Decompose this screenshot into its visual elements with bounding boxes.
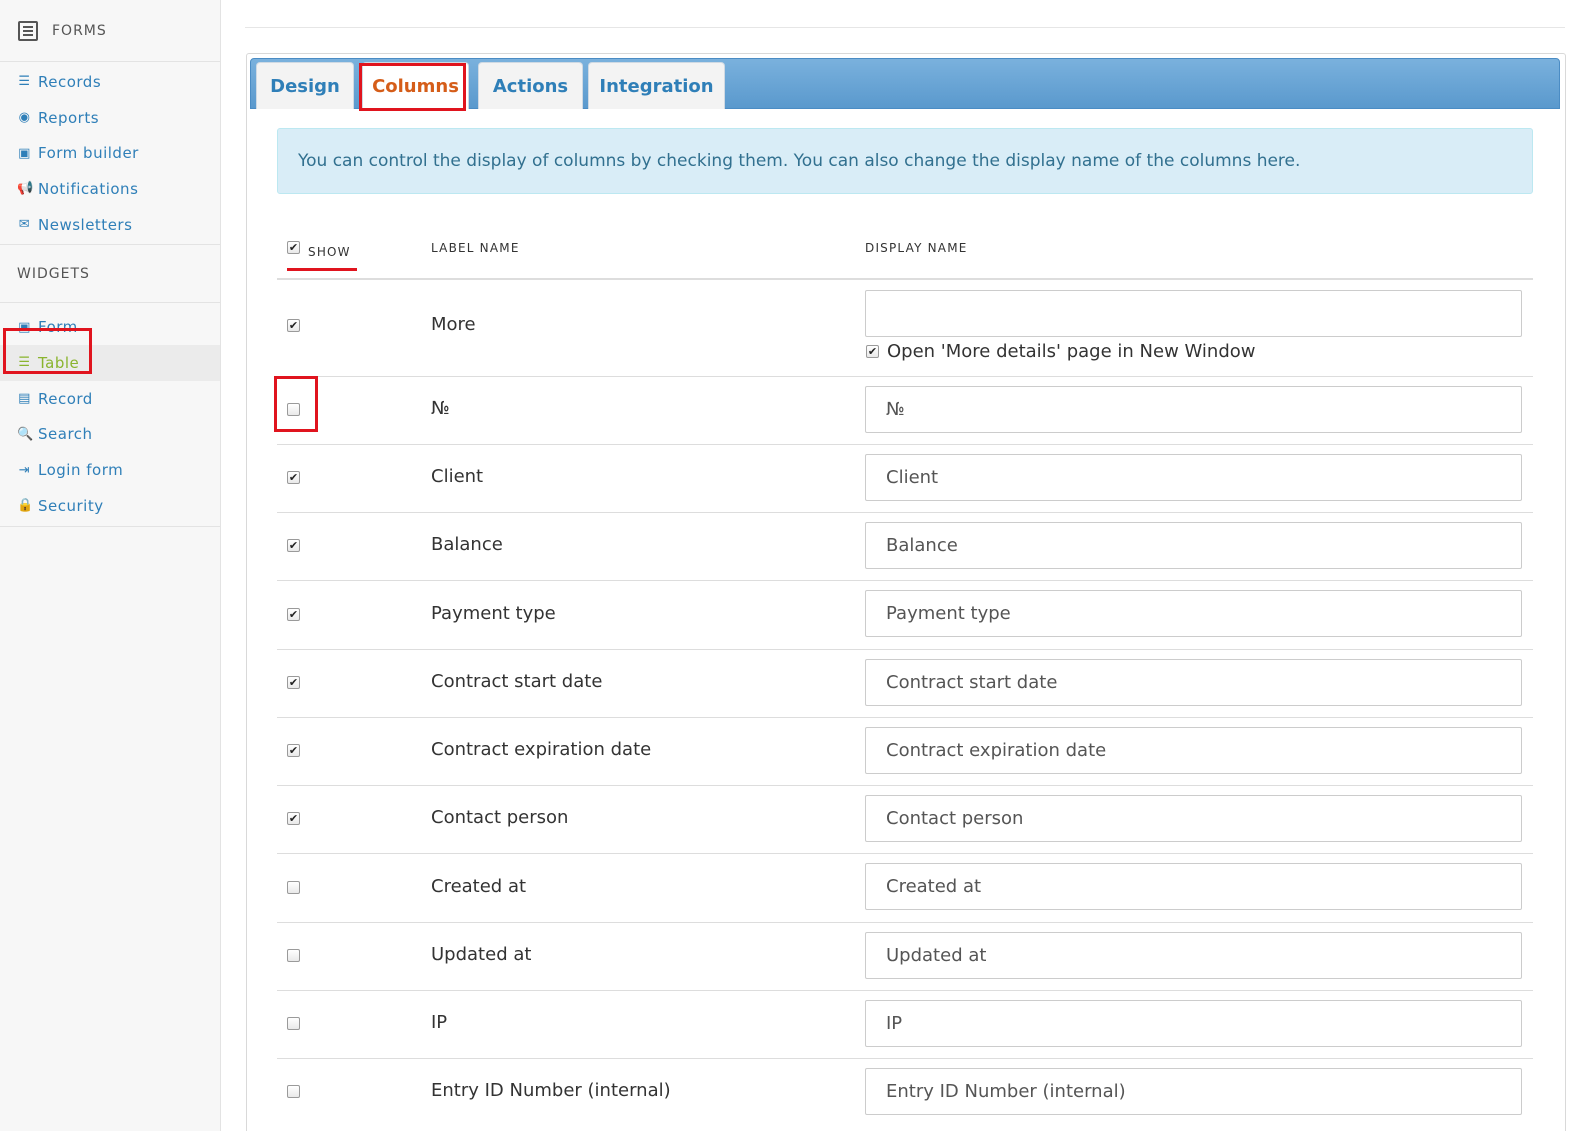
forms-icon: [18, 20, 38, 41]
sidebar-item-login-form[interactable]: ⇥ Login form: [0, 452, 220, 488]
column-label-name: IP: [431, 1012, 448, 1033]
column-label-name: Entry ID Number (internal): [431, 1080, 671, 1101]
show-column-checkbox[interactable]: ✔: [287, 607, 300, 621]
show-column-checkbox[interactable]: [287, 1085, 300, 1098]
display-name-input[interactable]: Balance: [865, 522, 1522, 569]
row-divider: [277, 717, 1533, 718]
sidebar-item-form-builder[interactable]: ▣ Form builder: [0, 135, 220, 171]
display-name-input[interactable]: №: [865, 386, 1522, 433]
row-divider: [277, 1058, 1533, 1059]
column-label-name: Contract expiration date: [431, 739, 652, 760]
sidebar-forms-menu: ☰ Records ◉ Reports ▣ Form builder 📢 Notificati…: [0, 62, 220, 246]
show-column-checkbox[interactable]: ✔: [287, 744, 300, 757]
display-name-input[interactable]: Created at: [865, 863, 1522, 910]
list-icon: ☰: [18, 74, 31, 90]
show-underline-mark: [287, 268, 357, 271]
sidebar-item-notifications[interactable]: 📢 Notifications: [0, 171, 220, 207]
info-alert: You can control the display of columns b…: [277, 128, 1533, 194]
header-show: SHOW: [308, 245, 351, 259]
lock-icon: 🔒: [17, 498, 34, 514]
row-divider: [277, 853, 1533, 854]
search-icon: 🔍: [17, 426, 34, 442]
display-name-input[interactable]: Payment type: [865, 590, 1522, 637]
display-name-input[interactable]: Client: [865, 454, 1522, 501]
new-window-label: Open 'More details' page in New Window: [887, 341, 1256, 362]
target-icon: ◉: [18, 110, 31, 126]
display-name-input[interactable]: Contact person: [865, 795, 1522, 842]
sidebar-item-label: Search: [38, 425, 93, 444]
table-highlight-box: [3, 328, 92, 374]
row-divider: [277, 444, 1533, 445]
display-name-input[interactable]: [865, 290, 1522, 337]
row-divider: [277, 512, 1533, 513]
sidebar-title: FORMS: [52, 22, 107, 39]
new-window-option[interactable]: ✔ Open 'More details' page in New Window: [866, 341, 1256, 362]
column-label-name: Updated at: [431, 944, 532, 965]
show-column-checkbox[interactable]: ✔: [287, 319, 300, 332]
show-column-checkbox[interactable]: ✔: [287, 471, 300, 484]
show-all-checkbox[interactable]: ✔: [287, 241, 300, 254]
megaphone-icon: 📢: [17, 181, 34, 197]
sidebar-item-label: Newsletters: [38, 215, 133, 234]
envelope-icon: ✉: [18, 217, 31, 233]
column-label-name: Client: [431, 466, 484, 487]
sidebar-item-label: Record: [38, 389, 93, 408]
widgets-section-title: WIDGETS: [0, 245, 220, 304]
columns-highlight-box: [359, 63, 466, 111]
sidebar-item-record[interactable]: ▤ Record: [0, 381, 220, 417]
display-name-input[interactable]: Contract expiration date: [865, 727, 1522, 774]
row-divider: [277, 649, 1533, 650]
show-column-checkbox[interactable]: [287, 880, 300, 894]
column-label-name: Balance: [431, 534, 503, 555]
row-divider: [277, 990, 1533, 991]
number-row-highlight-box: [274, 376, 318, 432]
show-column-checkbox[interactable]: ✔: [287, 812, 300, 825]
sidebar-item-label: Login form: [38, 461, 124, 480]
tab-actions[interactable]: Actions: [478, 62, 583, 109]
record-icon: ▤: [18, 391, 31, 407]
header-display-name: DISPLAY NAME: [865, 241, 968, 255]
sidebar-item-security[interactable]: 🔒 Security: [0, 488, 220, 524]
show-column-checkbox[interactable]: ✔: [287, 676, 300, 689]
column-label-name: Payment type: [431, 602, 556, 624]
display-name-input[interactable]: Entry ID Number (internal): [865, 1068, 1522, 1115]
display-name-input[interactable]: IP: [865, 1000, 1522, 1047]
column-label-name: Contract start date: [431, 671, 603, 692]
sidebar: FORMS ☰ Records ◉ Reports ▣ Form builder 📢 Noti…: [0, 0, 221, 1131]
sidebar-item-label: Security: [38, 496, 104, 515]
show-column-checkbox[interactable]: [287, 949, 300, 962]
sidebar-item-label: Form builder: [38, 144, 139, 163]
header-label-name: LABEL NAME: [431, 241, 520, 255]
column-label-name: More: [431, 314, 476, 335]
tab-design[interactable]: Design: [256, 62, 354, 109]
sidebar-item-records[interactable]: ☰ Records: [0, 64, 220, 100]
sidebar-item-label: Reports: [38, 108, 100, 127]
row-divider: [277, 922, 1533, 923]
form-icon: ▣: [18, 145, 31, 161]
new-window-checkbox[interactable]: ✔: [866, 345, 879, 358]
show-column-checkbox[interactable]: [287, 1017, 300, 1030]
column-label-name: Contact person: [431, 807, 569, 828]
sidebar-item-reports[interactable]: ◉ Reports: [0, 100, 220, 136]
row-divider: [277, 785, 1533, 786]
top-divider: [245, 27, 1565, 28]
login-icon: ⇥: [18, 462, 31, 478]
tab-integration[interactable]: Integration: [588, 62, 725, 109]
display-name-input[interactable]: Updated at: [865, 932, 1522, 979]
table-header-divider: [277, 278, 1533, 280]
display-name-input[interactable]: Contract start date: [865, 659, 1522, 706]
show-column-checkbox[interactable]: ✔: [287, 539, 300, 552]
column-label-name: №: [431, 398, 450, 419]
row-divider: [277, 376, 1533, 377]
sidebar-item-newsletters[interactable]: ✉ Newsletters: [0, 207, 220, 243]
sidebar-item-label: Notifications: [38, 179, 139, 198]
sidebar-item-label: Records: [38, 72, 102, 91]
column-label-name: Created at: [431, 875, 527, 897]
sidebar-item-search[interactable]: 🔍 Search: [0, 417, 220, 453]
sidebar-header: FORMS: [0, 0, 220, 62]
row-divider: [277, 580, 1533, 581]
